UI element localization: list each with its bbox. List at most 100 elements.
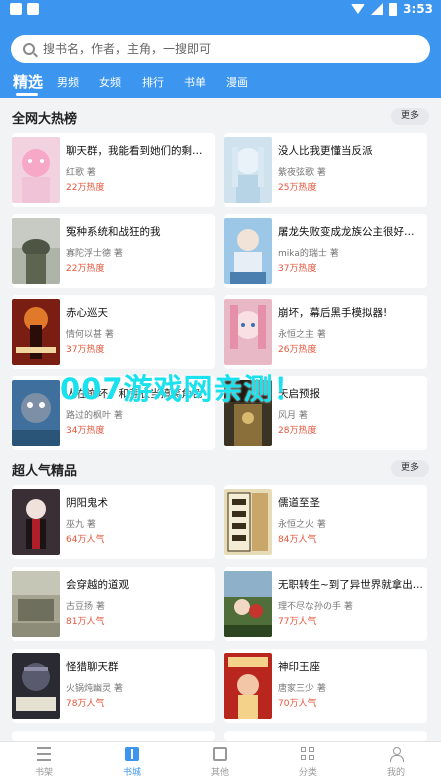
book-card[interactable]: 神印王座 唐家三少 著 70万人气 [224,649,427,723]
book-card[interactable]: 阴阳鬼术 巫九 著 64万人气 [12,485,215,559]
book-cover [12,299,60,365]
nav-label: 其他 [210,768,229,778]
search-bar[interactable] [11,35,430,63]
app-header: 3:53 精选 男频 女频 排行 书单 漫画 [0,0,441,98]
cover-art [12,393,60,446]
book-author: mika的瑞士 著 [278,249,339,259]
nav-category[interactable]: 分类 [278,747,338,778]
book-card[interactable]: 崩坏，幕后黑手模拟器! 永恒之主 著 26万热度 [224,295,427,369]
cover-art [224,571,272,637]
book-card[interactable]: 聊天群，我能看到她们的剩余... 红歌 著 22万热度 [12,133,215,207]
book-popularity: 78万人气 [66,699,105,709]
book-author: 路过的枫叶 著 [66,411,123,421]
nav-bookshelf[interactable]: 书架 [14,747,74,778]
book-cover [12,137,60,203]
book-card[interactable]: 赤心巡天 情何以甚 著 37万热度 [12,295,215,369]
battery-icon [389,2,398,16]
tab-ranking[interactable]: 排行 [142,74,164,90]
nav-label: 分类 [298,768,317,778]
cover-art [16,307,56,359]
nav-bookstore[interactable]: 书城 [102,747,162,778]
tab-comics[interactable]: 漫画 [226,74,248,90]
book-popularity: 81万人气 [66,617,105,627]
watermark-overlay: 007游戏网亲测！ [60,372,304,406]
book-popularity: 77万人气 [278,617,317,627]
cover-art [12,571,60,637]
book-card[interactable]: 屠龙失败变成龙族公主很好笑... mika的瑞士 著 37万热度 [224,214,427,288]
book-title: 冤种系统和战狂的我 [66,226,161,238]
book-heat: 34万热度 [66,426,105,436]
book-author: 理不尽な孙の手 著 [278,602,353,612]
book-cover [224,218,272,284]
book-heat: 25万热度 [278,183,317,193]
signal-icon [371,3,384,15]
cover-art [16,663,56,711]
book-author: 唐家三少 著 [278,684,326,694]
book-popularity: 70万人气 [278,699,317,709]
book-heat: 22万热度 [66,183,105,193]
book-author: 古豆扬 著 [66,602,105,612]
tab-male[interactable]: 男频 [57,74,79,90]
book-cover [12,653,60,719]
book-author: 风月 著 [278,411,308,421]
book-author: 紫夜弦歌 著 [278,168,326,178]
section-header: 超人气精品 更多 [0,458,441,482]
book-heat: 26万热度 [278,345,317,355]
book-cover [12,380,60,446]
cover-art [228,657,268,719]
book-heat: 37万热度 [66,345,105,355]
book-title: 儒道至圣 [278,497,320,509]
book-cover [224,137,272,203]
nav-profile[interactable]: 我的 [366,747,426,778]
more-button[interactable]: 更多 [391,108,429,125]
cover-art [227,492,268,552]
book-card[interactable]: 无职转生~到了异世界就拿出... 理不尽な孙の手 著 77万人气 [224,567,427,641]
tab-booklist[interactable]: 书单 [184,74,206,90]
book-cover [12,489,60,555]
section-title: 超人气精品 [12,464,78,479]
book-card-partial[interactable] [12,731,215,741]
book-heat: 22万热度 [66,264,105,274]
cover-art [232,147,264,203]
book-heat: 37万热度 [278,264,317,274]
status-time: 3:53 [403,2,433,16]
book-card[interactable]: 没人比我更懂当反派 紫夜弦歌 著 25万热度 [224,133,427,207]
book-title: 神印王座 [278,661,320,673]
book-card-partial[interactable] [224,731,427,741]
search-input[interactable] [43,42,403,56]
book-author: 火锅炖幽灵 著 [66,684,123,694]
book-cover [12,218,60,284]
more-button[interactable]: 更多 [391,460,429,477]
book-author: 巫九 著 [66,520,96,530]
book-title: 会穿越的道观 [66,579,129,591]
notification-icon [27,3,39,15]
book-card[interactable]: 怪猎聊天群 火锅炖幽灵 著 78万人气 [12,649,215,723]
book-author: 寡陀浮士德 著 [66,249,123,259]
nav-label: 书城 [122,768,141,778]
book-title: 赤心巡天 [66,307,108,319]
book-author: 情何以甚 著 [66,330,114,340]
book-title: 屠龙失败变成龙族公主很好笑... [278,226,424,238]
book-card[interactable]: 儒道至圣 永恒之火 著 84万人气 [224,485,427,559]
tab-female[interactable]: 女频 [99,74,121,90]
book-author: 红歌 著 [66,168,96,178]
search-icon [23,43,35,55]
grid-icon [301,747,315,761]
book-popularity: 64万人气 [66,535,105,545]
book-title: 崩坏，幕后黑手模拟器! [278,307,388,319]
book-card[interactable]: 冤种系统和战狂的我 寡陀浮士德 著 22万热度 [12,214,215,288]
category-tabs: 精选 男频 女频 排行 书单 漫画 [0,68,441,96]
bottom-nav: 书架 书城 其他 分类 我的 [0,741,441,784]
nav-other[interactable]: 其他 [190,747,250,778]
book-heat: 28万热度 [278,426,317,436]
book-cover [224,653,272,719]
section-title: 全网大热榜 [12,112,78,127]
nav-label: 书架 [34,768,53,778]
book-author: 永恒之主 著 [278,330,326,340]
book-card[interactable]: 会穿越的道观 古豆扬 著 81万人气 [12,567,215,641]
book-cover [224,571,272,637]
book-popularity: 84万人气 [278,535,317,545]
nav-label: 我的 [386,768,405,778]
book-cover [224,489,272,555]
tab-featured[interactable]: 精选 [13,71,43,92]
